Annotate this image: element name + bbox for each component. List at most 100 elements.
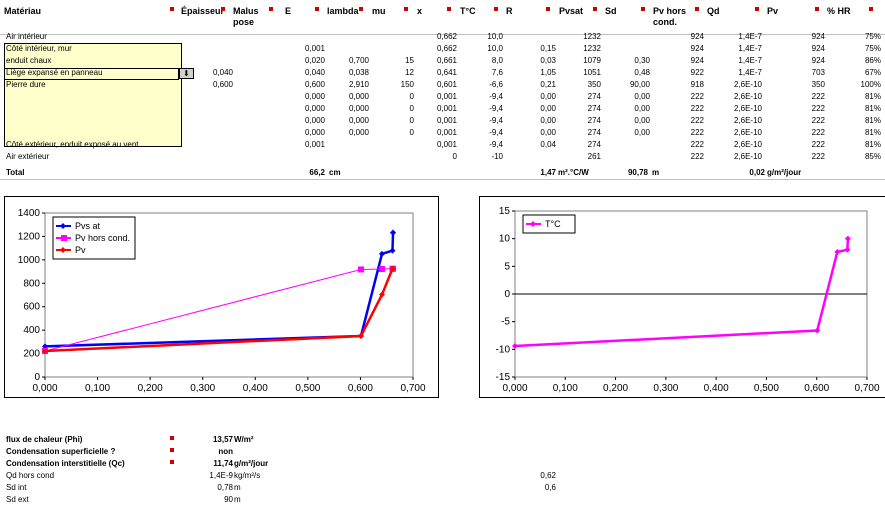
cell-material[interactable]: Pierre dure [6, 79, 46, 90]
cell-E [285, 31, 325, 42]
cell-qd: 2,6E-10 [733, 80, 762, 89]
cell-R: 0,15 [540, 44, 556, 53]
comment-marker [170, 448, 174, 452]
cell-hr: 81% [864, 128, 881, 137]
total-sd: 90,78 [627, 168, 648, 177]
cell-pvh: 222 [690, 128, 704, 137]
cell-hr: 100% [860, 80, 881, 89]
x-tick-label: 0,600 [804, 383, 829, 394]
cell-R: 0,00 [540, 92, 556, 101]
legend-label: Pv hors cond. [75, 233, 130, 243]
cell-sd: 90,00 [629, 80, 650, 89]
summary-value: 90 [224, 495, 233, 504]
cell-material[interactable]: Liège expansé en panneau [6, 67, 103, 78]
x-tick-label: 0,400 [704, 383, 729, 394]
comment-marker [593, 7, 597, 11]
cell-material[interactable]: Côté extérieur, enduit exposé au vent [6, 139, 139, 150]
cell-x: 0,001 [436, 92, 457, 101]
cell-lam: 0,000 [348, 116, 369, 125]
cell-mu [374, 151, 414, 162]
cell-sd: 0,00 [634, 104, 650, 113]
cell-pvh: 924 [690, 44, 704, 53]
cell-ep[interactable] [189, 103, 233, 114]
y-tick-label: -15 [496, 372, 511, 383]
y-tick-label: 1000 [18, 255, 41, 266]
cell-sd [610, 139, 650, 150]
cell-qd: 1,4E-7 [738, 56, 762, 65]
y-tick-label: 1400 [18, 208, 41, 219]
total-r: 1,47 [540, 168, 556, 177]
cell-x: 0,662 [436, 32, 457, 41]
cell-material: Air extérieur [6, 152, 50, 161]
summary-value: 13,57 [212, 435, 233, 444]
cell-pvsat: 1232 [583, 44, 601, 53]
x-tick-label: 0,500 [295, 383, 320, 394]
cell-ep[interactable] [189, 115, 233, 126]
header-materiau: Matériau [4, 6, 42, 16]
cell-pvsat: 261 [587, 152, 601, 161]
cell-qd: 2,6E-10 [733, 92, 762, 101]
cell-R: 0,03 [540, 56, 556, 65]
cell-ep[interactable]: 0,600 [189, 79, 233, 90]
cell-x: 0,001 [436, 140, 457, 149]
cell-lam: 0,000 [348, 128, 369, 137]
cell-pv: 222 [811, 116, 825, 125]
cell-R: 0,00 [540, 128, 556, 137]
cell-sd: 0,00 [634, 116, 650, 125]
y-tick-label: -10 [496, 344, 511, 355]
cell-hr: 85% [864, 152, 881, 161]
cell-pv: 924 [811, 56, 825, 65]
cell-pv: 350 [811, 80, 825, 89]
cell-qd: 1,4E-7 [738, 32, 762, 41]
pressure-chart[interactable]: 0 200 400 600 800 1000 1200 1400 0,000 0,100 0,200… [4, 196, 439, 398]
comment-marker [170, 7, 174, 11]
cell-sd [610, 151, 650, 162]
cell-ep[interactable] [189, 55, 233, 66]
cell-pvh: 222 [690, 92, 704, 101]
x-tick-label: 0,300 [653, 383, 678, 394]
column-header-row: Matériau Épaisseur Malus pose Elambda mu x T°C… [0, 0, 885, 35]
cell-R: 1,05 [540, 68, 556, 77]
cell-pvsat: 274 [587, 116, 601, 125]
total-qd: 0,02 [749, 168, 765, 177]
cell-pvh: 222 [690, 140, 704, 149]
cell-material[interactable]: Côté intérieur, mur [6, 43, 72, 54]
cell-ep[interactable] [189, 151, 233, 162]
x-tick-label: 0,000 [502, 383, 527, 394]
cell-sd: 0,00 [634, 92, 650, 101]
cell-pv: 703 [811, 68, 825, 77]
series-point [378, 265, 385, 272]
comment-marker [755, 7, 759, 11]
cell-ep[interactable] [189, 127, 233, 138]
y-tick-label: -5 [501, 317, 510, 328]
cell-qd: 1,4E-7 [738, 68, 762, 77]
cell-ep[interactable]: 0,040 [189, 67, 233, 78]
cell-ep[interactable] [189, 43, 233, 54]
cell-t: -9,4 [489, 116, 503, 125]
cell-x: 0,661 [436, 56, 457, 65]
cell-material: Air intérieur [6, 32, 47, 41]
cell-t: 7,6 [491, 68, 503, 77]
cell-ep[interactable] [189, 91, 233, 102]
cell-sd: 0,30 [634, 56, 650, 65]
legend-label: Pvs at [75, 221, 101, 231]
temperature-chart[interactable]: 15 10 5 0 -5 -10 -15 0,000 0,100 0,200 0,300 0,400 0… [479, 196, 885, 398]
x-tick-label: 0,200 [603, 383, 628, 394]
cell-E: 0,000 [304, 104, 325, 113]
cell-pvsat: 274 [587, 140, 601, 149]
x-tick-label: 0,400 [243, 383, 268, 394]
cell-pv: 924 [811, 32, 825, 41]
total-label: Total [6, 168, 25, 177]
cell-ep[interactable] [189, 139, 233, 150]
summary-label: Sd ext [6, 495, 29, 504]
cell-material[interactable]: enduit chaux [6, 55, 51, 66]
cell-ep[interactable] [189, 31, 233, 42]
y-tick-label: 0 [34, 372, 40, 383]
summary-value: 0,78 [217, 483, 233, 492]
cell-x: 0,001 [436, 116, 457, 125]
cell-t: -9,4 [489, 140, 503, 149]
cell-x: 0,001 [436, 104, 457, 113]
comment-marker [359, 7, 363, 11]
summary-value: non [218, 447, 233, 456]
cell-qd: 1,4E-7 [738, 44, 762, 53]
